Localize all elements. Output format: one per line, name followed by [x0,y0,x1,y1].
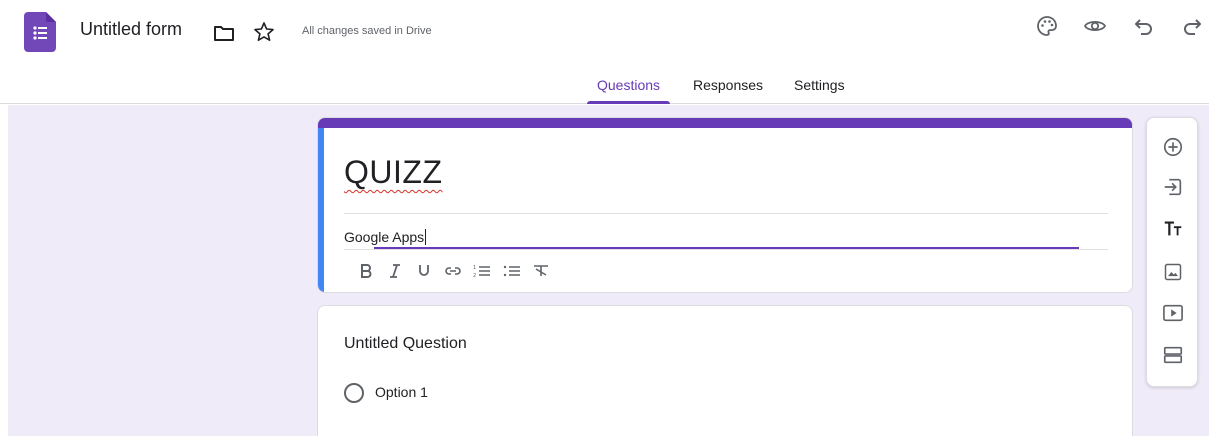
add-title-icon[interactable] [1161,217,1185,241]
underline-icon[interactable] [412,259,436,283]
tab-settings[interactable]: Settings [794,77,845,104]
option-radio[interactable] [344,383,364,403]
google-forms-logo-icon[interactable] [24,12,56,52]
bold-icon[interactable] [354,259,378,283]
form-description-input[interactable]: Google Apps [344,229,427,245]
redo-icon[interactable] [1180,14,1204,38]
form-title-card[interactable]: QUIZZ Google Apps 12 [317,117,1133,293]
tab-questions-label: Questions [597,77,661,93]
add-video-icon[interactable] [1161,301,1185,325]
option-label[interactable]: Option 1 [375,384,428,400]
svg-text:1: 1 [473,265,476,271]
bulleted-list-icon[interactable] [500,259,524,283]
clear-formatting-icon[interactable] [529,259,553,283]
text-cursor [425,229,427,245]
form-canvas: QUIZZ Google Apps 12 Untitled Question O… [8,105,1209,436]
svg-text:2: 2 [473,273,476,279]
focus-indicator [318,128,324,292]
question-card[interactable]: Untitled Question Option 1 [317,305,1133,436]
active-tab-indicator [587,101,671,104]
tab-questions[interactable]: Questions [587,77,671,104]
add-question-icon[interactable] [1161,135,1185,159]
link-icon[interactable] [441,259,465,283]
palette-icon[interactable] [1035,14,1059,38]
preview-eye-icon[interactable] [1083,14,1107,38]
tab-responses-label: Responses [693,77,764,93]
question-title[interactable]: Untitled Question [344,335,467,353]
save-status: All changes saved in Drive [302,25,432,37]
add-section-icon[interactable] [1161,343,1185,367]
side-toolbar [1146,117,1198,387]
form-tabs: Questions Responses Settings [0,70,1209,104]
import-questions-icon[interactable] [1161,175,1185,199]
top-header: Untitled form All changes saved in Drive… [0,0,1209,104]
star-icon[interactable] [252,20,276,44]
undo-icon[interactable] [1132,14,1156,38]
title-card-accent-bar [318,118,1132,128]
document-title[interactable]: Untitled form [80,19,182,40]
form-title[interactable]: QUIZZ [344,154,442,191]
numbered-list-icon[interactable]: 12 [470,259,494,283]
tab-settings-label: Settings [794,77,845,93]
description-divider [344,249,1108,250]
add-image-icon[interactable] [1161,260,1185,284]
title-divider [344,213,1108,214]
tab-responses[interactable]: Responses [693,77,763,104]
folder-icon[interactable] [212,21,236,45]
form-description-text: Google Apps [344,229,425,245]
description-focus-underline [374,247,1079,249]
italic-icon[interactable] [383,259,407,283]
